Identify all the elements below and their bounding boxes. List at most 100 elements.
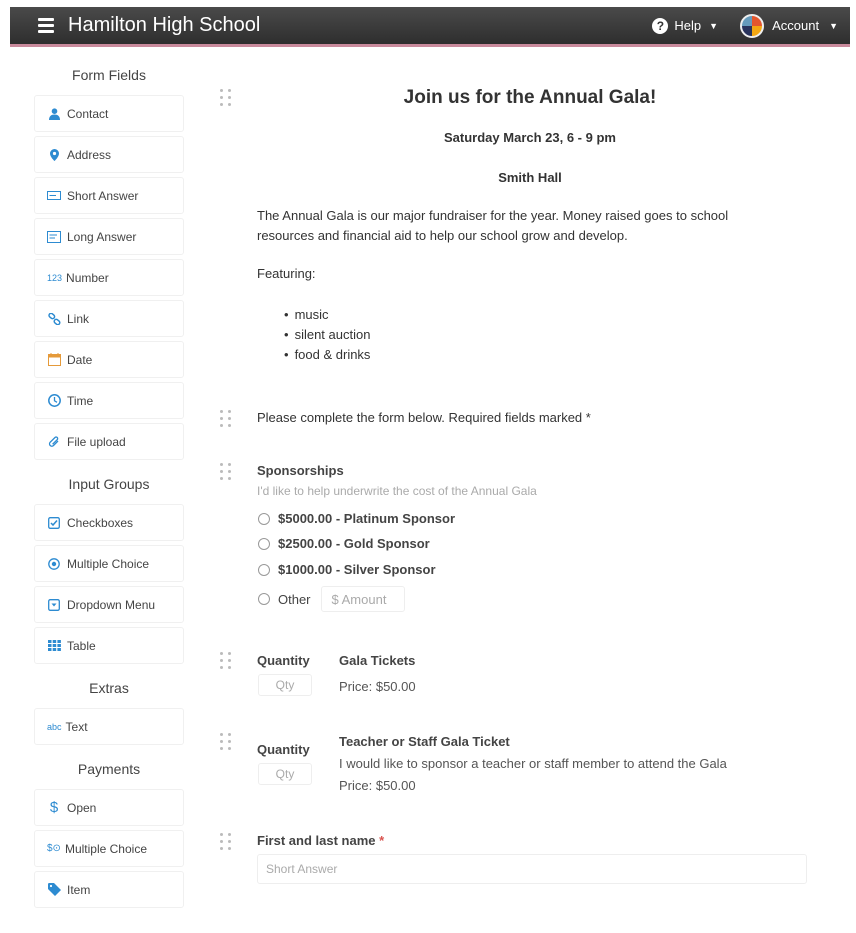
drag-handle-icon[interactable] bbox=[220, 410, 232, 428]
sidebar-item-text[interactable]: abc Text bbox=[34, 708, 184, 745]
option-label: $5000.00 - Platinum Sponsor bbox=[278, 511, 456, 526]
ticket-title: Gala Tickets bbox=[339, 653, 416, 668]
sidebar-item-file-upload[interactable]: File upload bbox=[34, 423, 184, 460]
long-answer-icon bbox=[47, 230, 61, 243]
featuring-label: Featuring: bbox=[257, 266, 316, 281]
sidebar-item-label: Date bbox=[67, 352, 93, 367]
text-icon: abc bbox=[47, 721, 62, 732]
sponsorships-hint: I'd like to help underwrite the cost of … bbox=[257, 484, 537, 498]
drag-handle-icon[interactable] bbox=[220, 733, 232, 751]
sidebar-item-item-payment[interactable]: Item bbox=[34, 871, 184, 908]
quantity-input[interactable]: Qty bbox=[258, 763, 312, 785]
sidebar-item-multiple-choice[interactable]: Multiple Choice bbox=[34, 545, 184, 582]
sidebar-item-multiple-choice-payment[interactable]: $⊙ Multiple Choice bbox=[34, 830, 184, 867]
drag-handle-icon[interactable] bbox=[220, 463, 232, 481]
sponsor-option-gold[interactable]: $2500.00 - Gold Sponsor bbox=[258, 536, 430, 551]
sidebar-item-label: Multiple Choice bbox=[67, 556, 150, 571]
sidebar-item-label: Checkboxes bbox=[67, 515, 134, 530]
name-input[interactable]: Short Answer bbox=[257, 854, 807, 884]
map-pin-icon bbox=[47, 148, 61, 161]
sidebar-item-label: Item bbox=[67, 882, 91, 897]
sidebar-item-date[interactable]: Date bbox=[34, 341, 184, 378]
clock-icon bbox=[47, 394, 61, 407]
event-venue: Smith Hall bbox=[498, 170, 562, 185]
radio-button[interactable] bbox=[258, 593, 270, 605]
radio-button[interactable] bbox=[258, 537, 270, 550]
form-instructions: Please complete the form below. Required… bbox=[257, 410, 591, 425]
app-title[interactable]: Hamilton High School bbox=[68, 14, 260, 37]
section-heading: Extras bbox=[89, 680, 129, 696]
option-label: Other bbox=[278, 591, 311, 607]
ticket-title: Teacher or Staff Gala Ticket bbox=[339, 734, 510, 749]
quantity-input[interactable]: Qty bbox=[258, 674, 312, 696]
drag-handle-icon[interactable] bbox=[220, 833, 232, 851]
top-navbar: Hamilton High School ? Help ▼ Account ▼ bbox=[10, 7, 850, 47]
sidebar-item-dropdown-menu[interactable]: Dropdown Menu bbox=[34, 586, 184, 623]
list-item: silent auction bbox=[286, 325, 371, 345]
sidebar-item-label: Long Answer bbox=[67, 229, 137, 244]
section-heading: Form Fields bbox=[72, 67, 146, 83]
option-label: $2500.00 - Gold Sponsor bbox=[278, 536, 430, 551]
sidebar-item-long-answer[interactable]: Long Answer bbox=[34, 218, 184, 255]
checkbox-icon bbox=[47, 516, 61, 529]
list-item: food & drinks bbox=[286, 345, 371, 365]
short-answer-icon bbox=[47, 191, 61, 200]
sidebar-item-label: Multiple Choice bbox=[64, 841, 147, 856]
sponsor-option-other[interactable]: Other $ Amount bbox=[258, 586, 405, 612]
amount-input[interactable]: $ Amount bbox=[320, 586, 405, 612]
menu-icon[interactable] bbox=[38, 18, 54, 33]
radio-button[interactable] bbox=[258, 512, 270, 525]
dropdown-icon bbox=[47, 598, 61, 611]
caret-down-icon: ▼ bbox=[829, 20, 838, 31]
sponsorships-label: Sponsorships bbox=[257, 463, 344, 478]
sponsor-option-silver[interactable]: $1000.00 - Silver Sponsor bbox=[258, 562, 436, 577]
sponsor-option-platinum[interactable]: $5000.00 - Platinum Sponsor bbox=[258, 511, 455, 526]
section-heading: Payments bbox=[77, 761, 141, 777]
section-heading: Input Groups bbox=[68, 476, 150, 492]
quantity-label: Quantity bbox=[257, 653, 310, 668]
account-label: Account bbox=[772, 18, 820, 33]
question-icon: ? bbox=[652, 17, 669, 34]
sidebar-item-label: Text bbox=[65, 719, 88, 734]
sidebar-item-label: Contact bbox=[67, 106, 109, 121]
event-date: Saturday March 23, 6 - 9 pm bbox=[444, 130, 616, 145]
sidebar-item-link[interactable]: Link bbox=[34, 300, 184, 337]
sidebar-item-number[interactable]: 123 Number bbox=[34, 259, 184, 296]
sidebar-item-checkboxes[interactable]: Checkboxes bbox=[34, 504, 184, 541]
event-description: The Annual Gala is our major fundraiser … bbox=[257, 208, 729, 243]
help-label: Help bbox=[674, 18, 702, 33]
form-title: Join us for the Annual Gala! bbox=[403, 87, 657, 108]
sidebar-item-time[interactable]: Time bbox=[34, 382, 184, 419]
radio-icon bbox=[47, 557, 61, 570]
dollar-icon: $ bbox=[49, 799, 59, 816]
radio-button[interactable] bbox=[258, 563, 270, 576]
sidebar-item-short-answer[interactable]: Short Answer bbox=[34, 177, 184, 214]
sidebar-item-address[interactable]: Address bbox=[34, 136, 184, 173]
caret-down-icon: ▼ bbox=[709, 20, 719, 31]
ticket-price: Price: $50.00 bbox=[339, 679, 416, 694]
sidebar-item-label: Time bbox=[67, 393, 94, 408]
table-icon bbox=[47, 640, 61, 651]
help-menu[interactable]: ? Help ▼ bbox=[652, 17, 719, 34]
sidebar-item-contact[interactable]: Contact bbox=[34, 95, 184, 132]
drag-handle-icon[interactable] bbox=[220, 652, 232, 670]
sidebar-item-label: Address bbox=[67, 147, 112, 162]
sidebar-item-open-payment[interactable]: $ Open bbox=[34, 789, 184, 826]
account-menu[interactable]: Account ▼ bbox=[740, 13, 838, 38]
sidebar-item-table[interactable]: Table bbox=[34, 627, 184, 664]
sidebar-item-label: Short Answer bbox=[67, 188, 139, 203]
required-mark: * bbox=[379, 833, 385, 848]
sidebar-item-label: Table bbox=[67, 638, 96, 653]
tag-icon bbox=[47, 883, 61, 896]
sidebar-item-label: Link bbox=[67, 311, 90, 326]
field-label-text: First and last name bbox=[257, 833, 376, 848]
features-list: music silent auction food & drinks bbox=[286, 305, 371, 365]
paperclip-icon bbox=[47, 435, 61, 448]
top-right-menu: ? Help ▼ Account ▼ bbox=[652, 13, 838, 38]
calendar-icon bbox=[47, 353, 61, 366]
ticket-description: I would like to sponsor a teacher or sta… bbox=[339, 756, 727, 771]
list-item: music bbox=[286, 305, 370, 325]
number-icon: 123 bbox=[47, 272, 63, 283]
form-fields-sidebar: Form Fields Contact Address Short Answer… bbox=[26, 55, 192, 912]
avatar bbox=[740, 13, 765, 38]
